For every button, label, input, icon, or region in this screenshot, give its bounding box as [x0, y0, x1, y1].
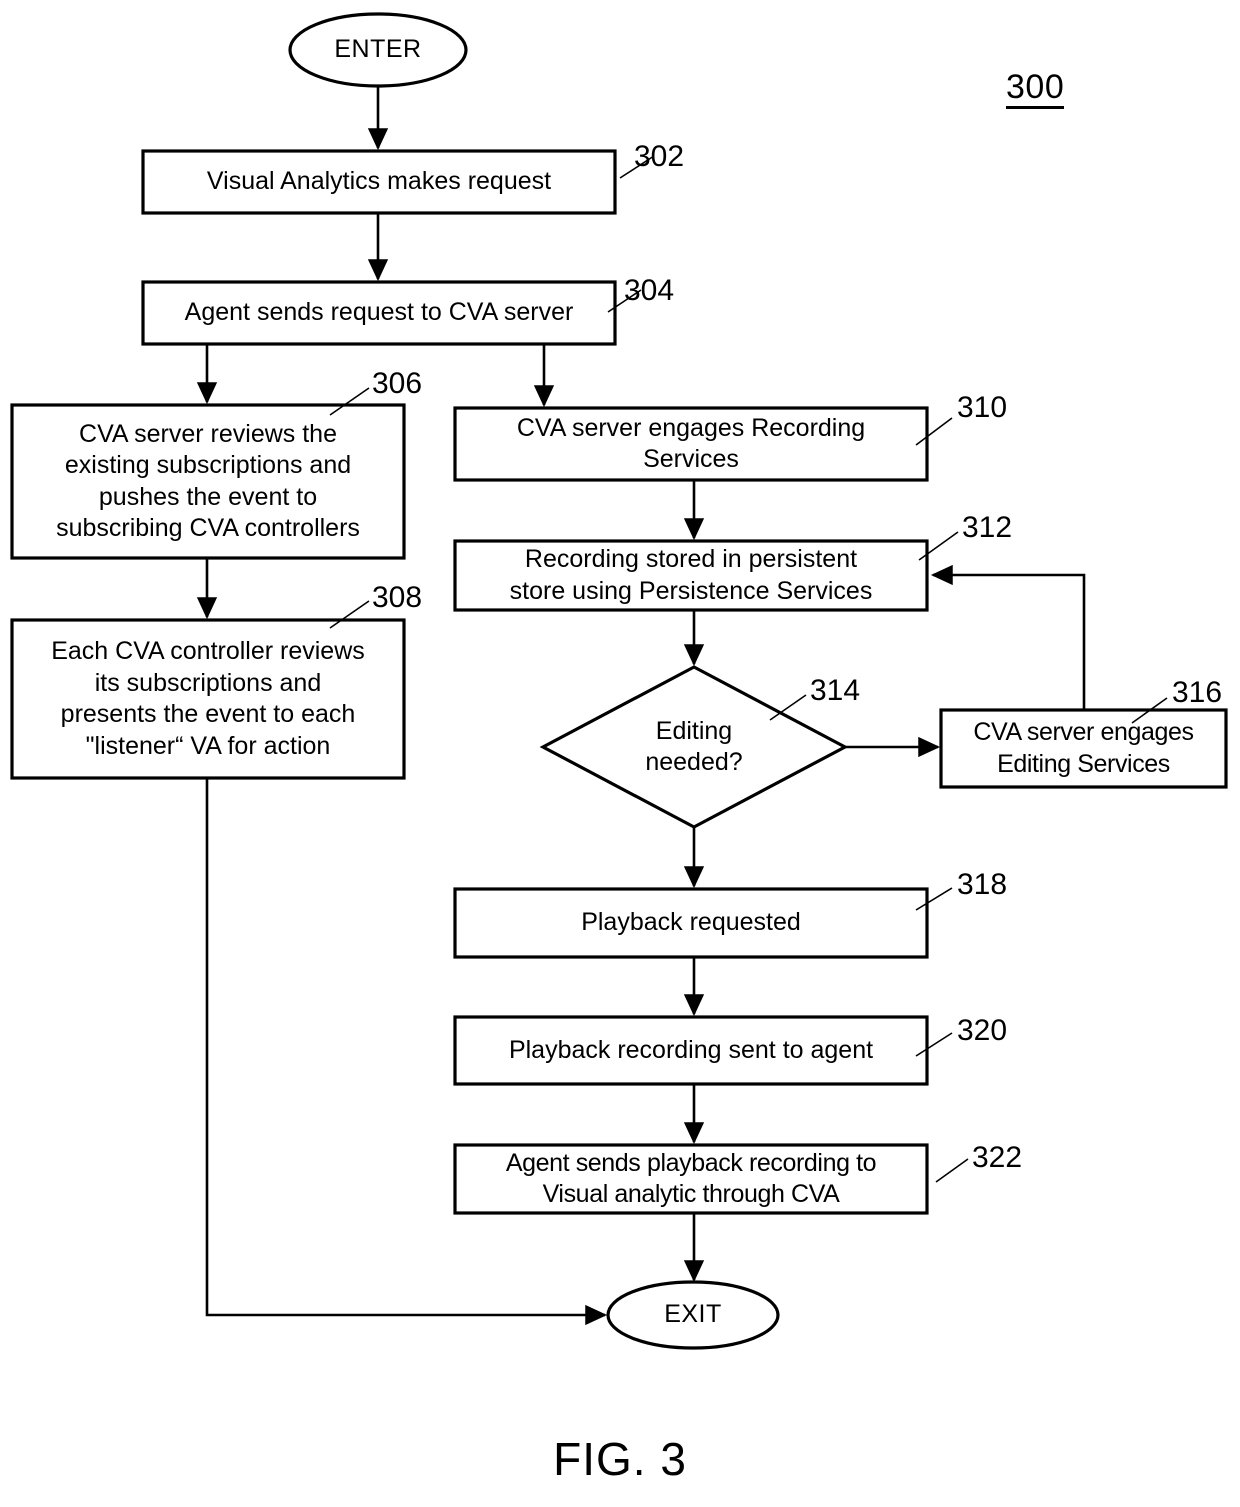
ref-number-310: 310: [957, 391, 1008, 424]
edge-316-312: [930, 564, 1086, 710]
leader-318: [915, 887, 953, 911]
ref-number-314: 314: [810, 674, 861, 707]
flowchart-canvas: [10, 12, 1228, 1350]
leader-310: [915, 417, 953, 446]
node-304-shape: [141, 280, 617, 346]
leader-308: [329, 600, 370, 629]
figure-page: 300 ENTER Visual Analytics makes request…: [0, 0, 1240, 1507]
leader-312: [918, 531, 959, 561]
leader-306: [329, 387, 370, 416]
node-320-shape: [453, 1015, 929, 1086]
node-310-shape: [453, 406, 929, 482]
ref-number-320: 320: [957, 1014, 1008, 1047]
node-322-shape: [453, 1143, 929, 1215]
leader-322: [935, 1158, 969, 1183]
ref-number-312: 312: [962, 511, 1013, 544]
ref-number-322: 322: [972, 1141, 1023, 1174]
node-enter-shape: [288, 12, 468, 88]
ref-number-316: 316: [1172, 676, 1223, 709]
ref-number-304: 304: [624, 274, 675, 307]
ref-number-302: 302: [634, 140, 685, 173]
edge-308-exit: [205, 778, 608, 1326]
node-exit-shape: [606, 1280, 780, 1350]
node-312-shape: [453, 539, 929, 612]
figure-caption: FIG. 3: [553, 1433, 687, 1485]
ref-number-308: 308: [372, 581, 423, 614]
node-316-shape: [939, 708, 1228, 789]
node-302-shape: [141, 149, 617, 215]
node-306-shape: [10, 403, 406, 560]
leader-320: [915, 1032, 953, 1057]
node-314-shape: [539, 665, 849, 829]
node-308-shape: [10, 618, 406, 780]
ref-number-306: 306: [372, 367, 423, 400]
node-318-shape: [453, 887, 929, 959]
ref-number-318: 318: [957, 868, 1008, 901]
figure-number: 300: [1006, 70, 1065, 109]
